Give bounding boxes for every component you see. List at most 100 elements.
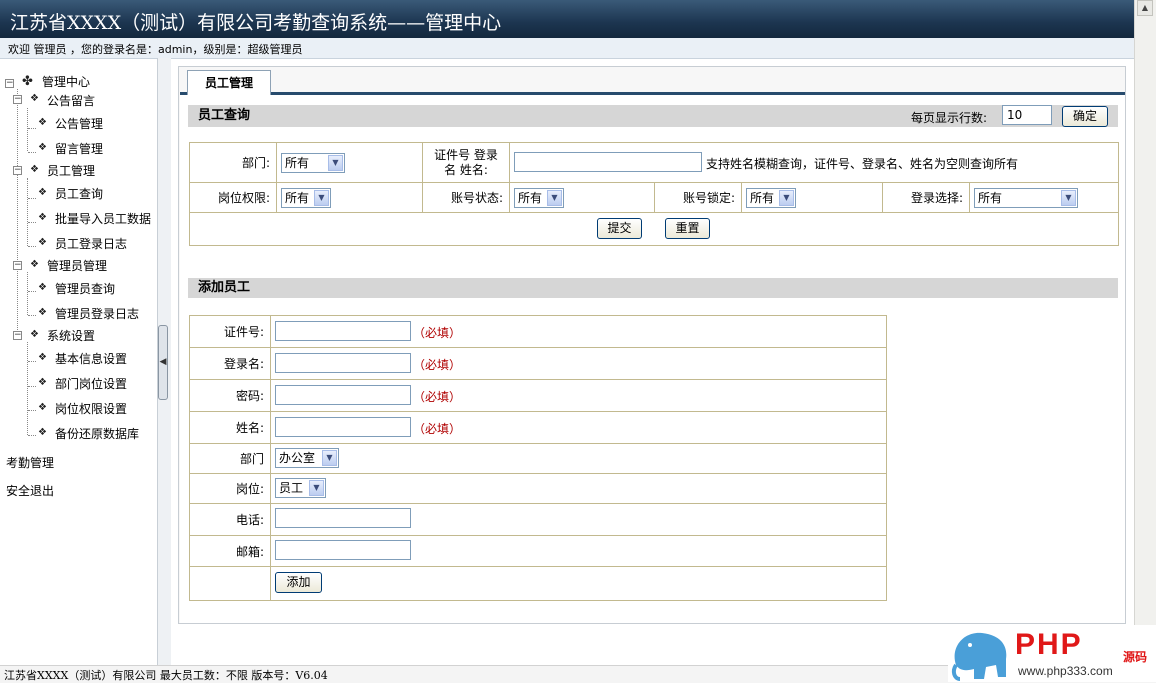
sidebar-collapse-handle[interactable]: ◀ (158, 325, 168, 400)
folder-diamond-icon: ❖ (30, 164, 39, 175)
add-button[interactable]: 添加 (275, 572, 322, 593)
perm-select-value: 所有 (285, 191, 310, 205)
root-node-icon: ✤ (22, 74, 33, 89)
id-name-label-cell: 证件号 登录 名 姓名: (422, 142, 510, 183)
sidebar-group-notice[interactable]: 公告留言 (47, 92, 95, 109)
sidebar-group-employee[interactable]: 员工管理 (47, 162, 95, 179)
phone-field-cell (270, 503, 887, 536)
confirm-button[interactable]: 确定 (1062, 106, 1108, 127)
name-field-cell: （必填） (270, 411, 887, 444)
collapse-minus-icon[interactable]: − (13, 261, 22, 270)
tree-line (27, 178, 28, 246)
item-diamond-icon: ❖ (38, 352, 47, 363)
post-field-select[interactable]: 员工 ▼ (275, 478, 326, 498)
lock-label: 账号锁定: (654, 182, 742, 213)
page-size-label: 每页显示行数: (911, 111, 988, 125)
tree-line (28, 410, 36, 411)
dept-select[interactable]: 所有 ▼ (281, 153, 345, 173)
item-diamond-icon: ❖ (38, 142, 47, 153)
login-select[interactable]: 所有 ▼ (974, 188, 1078, 208)
tree-line (27, 272, 28, 315)
perm-select[interactable]: 所有 ▼ (281, 188, 331, 208)
item-diamond-icon: ❖ (38, 377, 47, 388)
chevron-down-icon: ▼ (309, 480, 324, 496)
sidebar-item-message-manage[interactable]: 留言管理 (55, 140, 103, 157)
login-label: 登录选择: (882, 182, 970, 213)
status-cell: 所有 ▼ (509, 182, 655, 213)
sidebar-group-system[interactable]: 系统设置 (47, 327, 95, 344)
collapse-minus-icon[interactable]: − (13, 95, 22, 104)
sidebar-item-dept-post[interactable]: 部门岗位设置 (55, 375, 127, 392)
sidebar-attendance[interactable]: 考勤管理 (6, 454, 54, 471)
watermark-zh: 源码 (1123, 650, 1148, 664)
id-label-line1: 证件号 登录 (434, 147, 498, 162)
sidebar-group-admin[interactable]: 管理员管理 (47, 257, 107, 274)
id-label-line2: 名 姓名: (444, 162, 488, 177)
dept-field-value: 办公室 (279, 451, 316, 465)
collapse-minus-icon[interactable]: − (13, 331, 22, 340)
login-field-cell: （必填） (270, 347, 887, 380)
password-field-label: 密码: (189, 379, 271, 412)
tree-line (28, 222, 36, 223)
scroll-up-icon[interactable]: ▲ (1137, 0, 1153, 16)
dept-field-select[interactable]: 办公室 ▼ (275, 448, 339, 468)
app-title: 江苏省XXXX（测试）有限公司考勤查询系统——管理中心 (10, 12, 502, 34)
login-select-value: 所有 (978, 191, 1003, 205)
status-label: 账号状态: (422, 182, 510, 213)
collapse-minus-icon[interactable]: − (13, 166, 22, 175)
status-text: 江苏省XXXX（测试）有限公司 最大员工数：不限 版本号：V6.04 (4, 669, 328, 682)
password-field-cell: （必填） (270, 379, 887, 412)
sidebar-item-employee-login-log[interactable]: 员工登录日志 (55, 235, 127, 252)
email-field-cell (270, 535, 887, 567)
tree-line (28, 386, 36, 387)
id-field-input[interactable] (275, 321, 411, 341)
reset-button[interactable]: 重置 (665, 218, 710, 239)
id-name-search-input[interactable] (514, 152, 702, 172)
chevron-down-icon: ▼ (314, 190, 329, 206)
phone-field-input[interactable] (275, 508, 411, 528)
chevron-down-icon: ▼ (779, 190, 794, 206)
account-lock-value: 所有 (750, 191, 775, 205)
item-diamond-icon: ❖ (38, 117, 47, 128)
name-field-input[interactable] (275, 417, 411, 437)
sidebar-item-basic-info[interactable]: 基本信息设置 (55, 350, 127, 367)
sidebar-logout[interactable]: 安全退出 (6, 482, 54, 499)
password-field-input[interactable] (275, 385, 411, 405)
tree-line (28, 246, 36, 247)
watermark-brand: PHP (1015, 628, 1083, 661)
sidebar-item-admin-login-log[interactable]: 管理员登录日志 (55, 305, 139, 322)
watermark-url: www.php333.com (1018, 664, 1113, 678)
post-field-label: 岗位: (189, 473, 271, 504)
email-field-input[interactable] (275, 540, 411, 560)
sidebar-item-admin-query[interactable]: 管理员查询 (55, 280, 115, 297)
sidebar-item-post-permission[interactable]: 岗位权限设置 (55, 400, 127, 417)
account-lock-select[interactable]: 所有 ▼ (746, 188, 796, 208)
name-required-text: （必填） (413, 422, 462, 436)
login-field-input[interactable] (275, 353, 411, 373)
search-hint: 支持姓名模糊查询，证件号、登录名、姓名为空则查询所有 (706, 157, 1019, 171)
tree-line (28, 128, 36, 129)
sidebar-item-batch-import[interactable]: 批量导入员工数据 (55, 210, 151, 227)
submit-button[interactable]: 提交 (597, 218, 642, 239)
sidebar-item-notice-manage[interactable]: 公告管理 (55, 115, 103, 132)
window-scrollbar[interactable] (1134, 0, 1156, 665)
collapse-minus-icon[interactable]: − (5, 79, 14, 88)
sidebar-item-employee-query[interactable]: 员工查询 (55, 185, 103, 202)
tab-employee-manage[interactable]: 员工管理 (187, 70, 271, 95)
phone-field-label: 电话: (189, 503, 271, 536)
add-actions-cell: 添加 (270, 566, 887, 601)
sidebar: − ✤ 管理中心 − ❖ 公告留言 ❖ 公告管理 ❖ 留言管理 − ❖ 员工管理… (0, 66, 157, 663)
folder-diamond-icon: ❖ (30, 259, 39, 270)
folder-diamond-icon: ❖ (30, 93, 39, 104)
sidebar-item-backup[interactable]: 备份还原数据库 (55, 425, 139, 442)
query-table: 部门: 所有 ▼ 证件号 登录 名 姓名: 支持姓名模糊查询，证件号、登录名、姓… (189, 142, 1119, 246)
account-status-select[interactable]: 所有 ▼ (514, 188, 564, 208)
page-size-input[interactable] (1002, 105, 1052, 125)
sidebar-root[interactable]: 管理中心 (42, 73, 90, 90)
item-diamond-icon: ❖ (38, 282, 47, 293)
query-section-title: 员工查询 (198, 108, 251, 123)
tree-line (27, 108, 28, 151)
login-field-label: 登录名: (189, 347, 271, 380)
tree-line (27, 342, 28, 435)
chevron-down-icon: ▼ (547, 190, 562, 206)
